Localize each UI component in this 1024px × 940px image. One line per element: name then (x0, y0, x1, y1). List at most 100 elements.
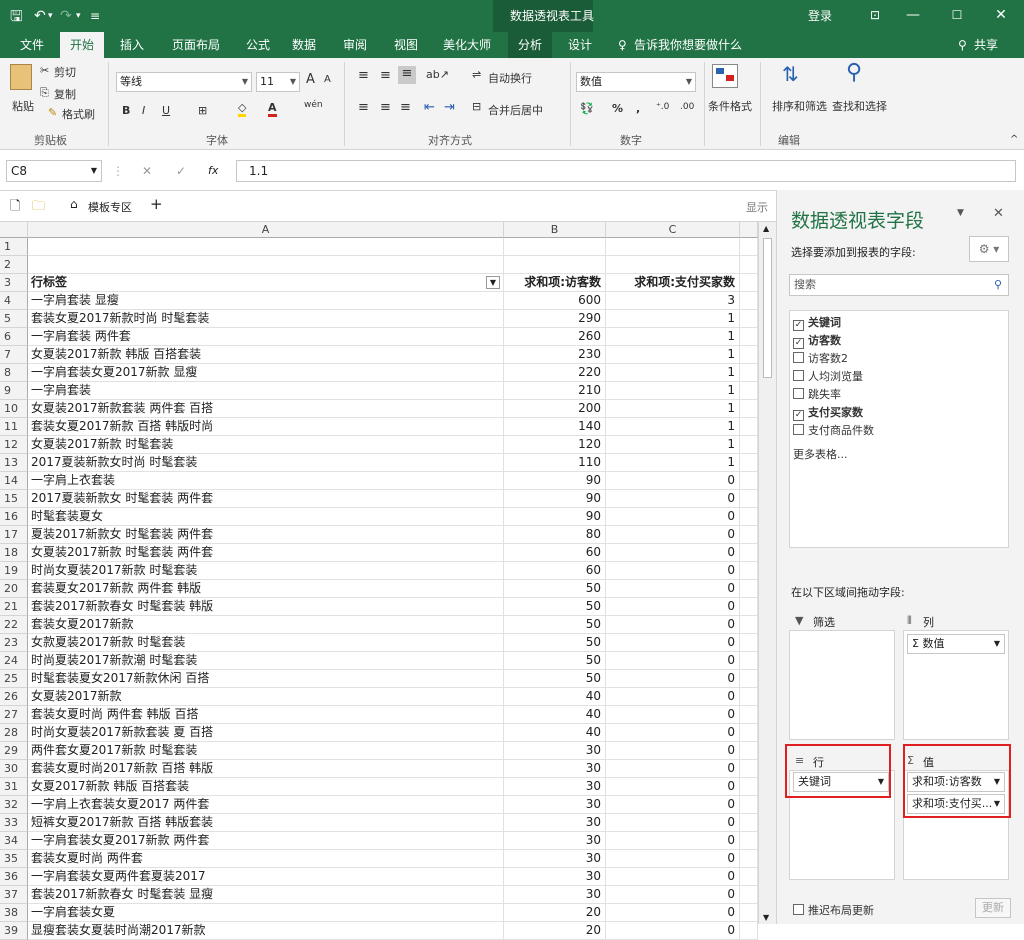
cell-b[interactable]: 90 (504, 508, 606, 526)
cell-a[interactable] (28, 238, 504, 256)
cell-b[interactable]: 90 (504, 490, 606, 508)
cell-d[interactable] (740, 706, 758, 724)
cell-d[interactable] (740, 850, 758, 868)
cell-a[interactable]: 2017夏装新款女 时髦套装 两件套 (28, 490, 504, 508)
cell-c[interactable]: 0 (606, 526, 740, 544)
cell-d[interactable] (740, 544, 758, 562)
row-header[interactable]: 29 (0, 742, 28, 760)
number-format-combo[interactable]: 数值 ▼ (576, 72, 696, 92)
cell-a[interactable]: 时髦套装夏女2017新款休闲 百搭 (28, 670, 504, 688)
checkbox-checked-icon[interactable]: ✓ (793, 410, 804, 421)
tab-file[interactable]: 文件 (18, 32, 46, 58)
undo-dropdown-icon[interactable]: ▾ (48, 0, 53, 32)
align-right-icon[interactable]: ≡ (400, 100, 411, 115)
row-header[interactable]: 24 (0, 652, 28, 670)
pane-close-icon[interactable]: ✕ (993, 206, 1004, 221)
customize-qat-icon[interactable]: ≡ (90, 0, 100, 32)
cell-b[interactable]: 50 (504, 670, 606, 688)
cell-a[interactable]: 一字肩上衣套装 (28, 472, 504, 490)
cell-c[interactable]: 0 (606, 814, 740, 832)
cell-c[interactable]: 0 (606, 544, 740, 562)
cell-c[interactable]: 0 (606, 922, 740, 940)
cell-b[interactable]: 30 (504, 814, 606, 832)
filter-zone[interactable] (789, 630, 895, 740)
cell-c[interactable]: 0 (606, 742, 740, 760)
cell-c[interactable]: 1 (606, 346, 740, 364)
cell-d[interactable] (740, 508, 758, 526)
cell-d[interactable] (740, 562, 758, 580)
shrink-font-button[interactable]: A (324, 74, 331, 85)
cell-b[interactable]: 50 (504, 580, 606, 598)
cell-c[interactable]: 0 (606, 886, 740, 904)
cell-a[interactable]: 时髦套装夏女 (28, 508, 504, 526)
cell-b[interactable]: 30 (504, 760, 606, 778)
login-link[interactable]: 登录 (808, 0, 832, 32)
cell-b[interactable]: 50 (504, 634, 606, 652)
cell-a[interactable]: 短裤女夏2017新款 百搭 韩版套装 (28, 814, 504, 832)
cell-d[interactable] (740, 724, 758, 742)
cell-b[interactable]: 200 (504, 400, 606, 418)
row-header[interactable]: 39 (0, 922, 28, 940)
cell-a[interactable]: 女夏2017新款 韩版 百搭套装 (28, 778, 504, 796)
cell-d[interactable] (740, 634, 758, 652)
row-header[interactable]: 17 (0, 526, 28, 544)
row-header[interactable]: 27 (0, 706, 28, 724)
cell-b[interactable]: 140 (504, 418, 606, 436)
row-header[interactable]: 3 (0, 274, 28, 292)
close-button[interactable]: ✕ (978, 0, 1024, 32)
cell-a[interactable]: 2017夏装新款女时尚 时髦套装 (28, 454, 504, 472)
cell-b[interactable]: 120 (504, 436, 606, 454)
row-header[interactable]: 13 (0, 454, 28, 472)
align-center-icon[interactable]: ≡ (380, 100, 391, 115)
tab-view[interactable]: 视图 (392, 32, 420, 58)
font-size-combo[interactable]: 11 ▼ (256, 72, 300, 92)
align-top-icon[interactable]: ≡ (358, 68, 369, 83)
currency-icon[interactable]: 💱 (580, 102, 594, 115)
more-tables-link[interactable]: 更多表格... (793, 446, 848, 462)
cell-c[interactable]: 0 (606, 652, 740, 670)
cell-d[interactable] (740, 364, 758, 382)
paste-button[interactable]: 粘贴 (12, 98, 34, 114)
cell-d[interactable] (740, 580, 758, 598)
orientation-icon[interactable]: ab↗ (426, 68, 449, 81)
row-header[interactable]: 30 (0, 760, 28, 778)
checkbox-icon[interactable] (793, 424, 804, 435)
row-header[interactable]: 22 (0, 616, 28, 634)
cell-b[interactable]: 求和项:访客数 (504, 274, 606, 292)
row-header[interactable]: 38 (0, 904, 28, 922)
cell-d[interactable] (740, 274, 758, 292)
cell-a[interactable]: 一字肩套装 显瘦 (28, 292, 504, 310)
cell-b[interactable]: 210 (504, 382, 606, 400)
cell-a[interactable]: 套装女夏时尚 两件套 (28, 850, 504, 868)
cell-a[interactable]: 一字肩套装女夏2017新款 两件套 (28, 832, 504, 850)
cell-b[interactable]: 30 (504, 778, 606, 796)
vertical-scrollbar[interactable]: ▲ ▼ (758, 222, 776, 924)
cell-d[interactable] (740, 454, 758, 472)
comma-button[interactable]: , (636, 102, 640, 115)
cell-a[interactable]: 套装夏女2017新款 两件套 韩版 (28, 580, 504, 598)
cell-a[interactable]: 一字肩套装女夏 (28, 904, 504, 922)
update-button[interactable]: 更新 (975, 898, 1011, 918)
cell-a[interactable]: 一字肩套装 两件套 (28, 328, 504, 346)
cell-a[interactable]: 套装女夏时尚2017新款 百搭 韩版 (28, 760, 504, 778)
row-header[interactable]: 37 (0, 886, 28, 904)
cell-d[interactable] (740, 436, 758, 454)
cell-c[interactable]: 0 (606, 634, 740, 652)
cell-b[interactable]: 110 (504, 454, 606, 472)
cell-b[interactable]: 600 (504, 292, 606, 310)
underline-button[interactable]: U (162, 104, 170, 117)
cell-b[interactable]: 220 (504, 364, 606, 382)
row-header[interactable]: 20 (0, 580, 28, 598)
cell-c[interactable]: 0 (606, 490, 740, 508)
checkbox-checked-icon[interactable]: ✓ (793, 320, 804, 331)
wrap-text-icon[interactable]: ⇌ (472, 68, 481, 81)
cell-d[interactable] (740, 346, 758, 364)
cell-c[interactable]: 0 (606, 796, 740, 814)
cell-a[interactable]: 女夏装2017新款套装 两件套 百搭 (28, 400, 504, 418)
enter-icon[interactable]: ✓ (176, 164, 186, 178)
row-header[interactable]: 31 (0, 778, 28, 796)
cell-d[interactable] (740, 670, 758, 688)
cell-c[interactable]: 0 (606, 688, 740, 706)
cell-b[interactable]: 260 (504, 328, 606, 346)
cell-d[interactable] (740, 526, 758, 544)
